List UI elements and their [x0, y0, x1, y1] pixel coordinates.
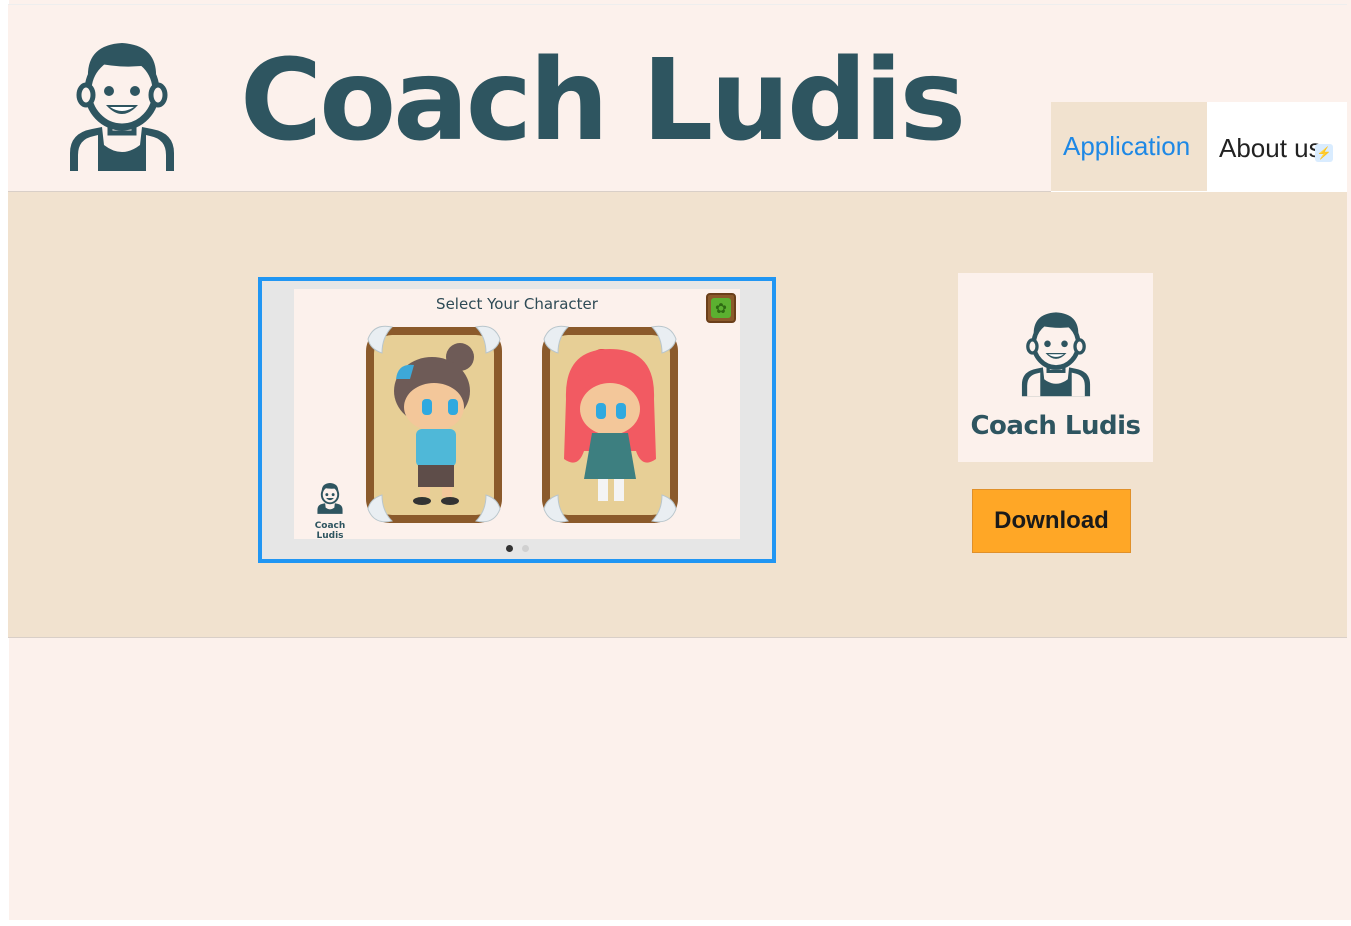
carousel-dots — [262, 545, 772, 552]
tab-about-us[interactable]: About us ⚡ — [1207, 102, 1347, 194]
screenshot-carousel[interactable]: Select Your Character ✿ Coach Ludis — [258, 277, 776, 563]
settings-button: ✿ — [706, 293, 736, 323]
main-nav: Application About us ⚡ — [1051, 102, 1347, 194]
carousel-slide: Select Your Character ✿ Coach Ludis — [294, 289, 740, 539]
logo-card-label: Coach Ludis — [970, 411, 1141, 441]
bottom-edge — [0, 920, 1351, 926]
gear-icon: ✿ — [711, 298, 731, 318]
tab-about-us-label: About us — [1219, 132, 1322, 163]
girl-character-card — [536, 319, 684, 529]
carousel-dot-1[interactable] — [505, 545, 513, 552]
carousel-dot-2[interactable] — [521, 545, 529, 552]
app-logo-card: Coach Ludis — [958, 273, 1153, 462]
app-showcase: Select Your Character ✿ Coach Ludis Coac… — [8, 192, 1347, 638]
coach-mascot-icon — [1021, 312, 1091, 397]
lightning-icon: ⚡ — [1315, 144, 1333, 162]
slide-watermark: Coach Ludis — [300, 481, 360, 539]
download-button[interactable]: Download — [972, 489, 1131, 553]
watermark-label: Coach Ludis — [314, 521, 346, 539]
slide-title: Select Your Character — [436, 295, 598, 313]
brand-name[interactable]: Coach Ludis — [240, 45, 966, 157]
coach-mascot-icon[interactable] — [64, 35, 180, 175]
tab-application-label: Application — [1063, 131, 1191, 161]
site-header: Coach Ludis Application About us ⚡ — [8, 4, 1347, 194]
coach-mascot-icon — [317, 483, 343, 514]
page: Coach Ludis Application About us ⚡ Selec… — [0, 0, 1351, 926]
boy-character-card — [360, 319, 508, 529]
tab-application[interactable]: Application — [1051, 102, 1207, 194]
